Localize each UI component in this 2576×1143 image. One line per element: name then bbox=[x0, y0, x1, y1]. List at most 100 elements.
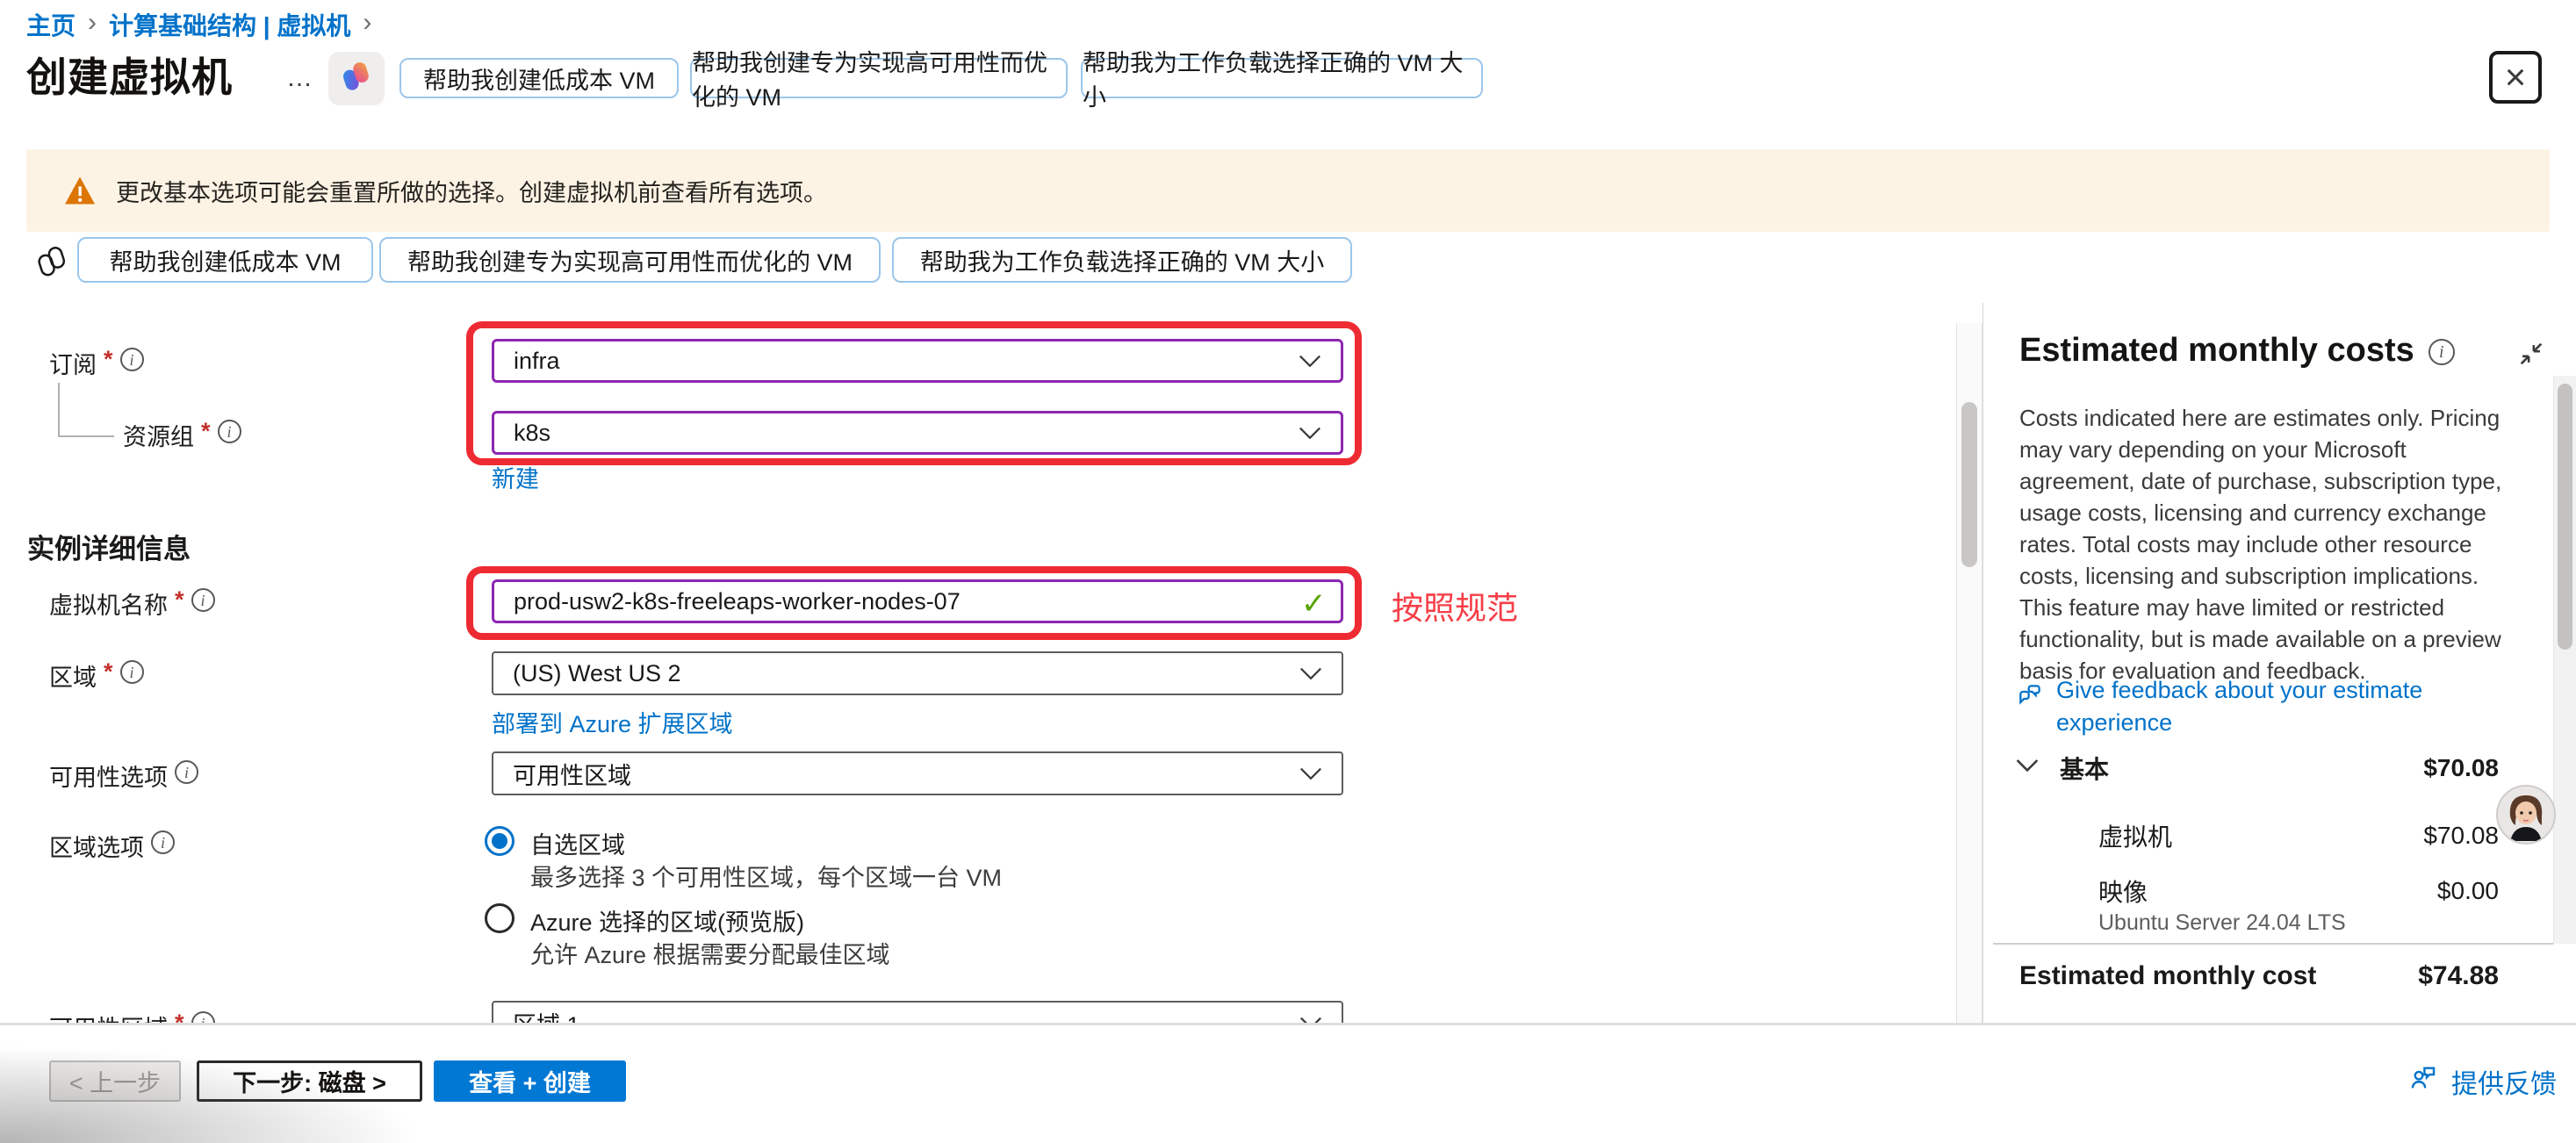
subscription-dropdown[interactable]: infra bbox=[492, 339, 1343, 383]
breadcrumb: 主页 › 计算基础结构 | 虚拟机 › bbox=[26, 7, 371, 42]
region-value: (US) West US 2 bbox=[513, 660, 681, 687]
cost-disclaimer: Costs indicated here are estimates only.… bbox=[2019, 402, 2515, 687]
estimate-feedback-link[interactable]: Give feedback about your estimate experi… bbox=[2016, 674, 2508, 739]
radio-unselected-icon[interactable] bbox=[485, 903, 514, 933]
review-create-button[interactable]: 查看 + 创建 bbox=[434, 1060, 626, 1102]
chevron-down-icon bbox=[1299, 660, 1322, 687]
radio-label: Azure 选择的区域(预览版) bbox=[530, 903, 804, 938]
annotation-text: 按照规范 bbox=[1392, 583, 1518, 629]
breadcrumb-virtual-machines[interactable]: 计算基础结构 | 虚拟机 bbox=[109, 7, 350, 42]
subscription-value: infra bbox=[514, 348, 560, 375]
give-feedback-text: 提供反馈 bbox=[2451, 1062, 2557, 1101]
cost-group-row[interactable]: 基本 $70.08 bbox=[2016, 751, 2499, 786]
copilot-suggestion-high-availability[interactable]: 帮助我创建专为实现高可用性而优化的 VM bbox=[690, 58, 1068, 98]
estimate-feedback-text: Give feedback about your estimate experi… bbox=[2056, 674, 2508, 739]
copilot-suggestion-vm-size[interactable]: 帮助我为工作负载选择正确的 VM 大小 bbox=[1081, 58, 1483, 98]
vm-name-label: 虚拟机名称* i bbox=[49, 586, 215, 621]
cost-group-amount: $70.08 bbox=[2423, 754, 2499, 782]
radio-selected-icon[interactable] bbox=[485, 826, 514, 856]
feedback-person-icon bbox=[2407, 1063, 2439, 1100]
suggestion-low-cost[interactable]: 帮助我创建低成本 VM bbox=[77, 237, 373, 283]
resource-group-label: 资源组* i bbox=[123, 418, 241, 452]
info-icon[interactable]: i bbox=[2428, 339, 2455, 365]
collapse-panel-icon[interactable] bbox=[2516, 339, 2546, 373]
create-vm-page: 主页 › 计算基础结构 | 虚拟机 › 创建虚拟机 … 帮助我创建低成本 VM … bbox=[0, 0, 2576, 1143]
zone-radio-self-select[interactable]: 自选区域 bbox=[485, 826, 625, 860]
copilot-icon bbox=[339, 59, 374, 98]
create-new-link[interactable]: 新建 bbox=[492, 460, 539, 494]
tree-connector-vertical bbox=[58, 383, 60, 437]
next-disks-button[interactable]: 下一步: 磁盘 > bbox=[197, 1060, 422, 1102]
warning-icon bbox=[63, 176, 97, 205]
page-title: 创建虚拟机 bbox=[26, 46, 233, 104]
cost-item-detail: Ubuntu Server 24.04 LTS bbox=[2098, 910, 2346, 936]
radio-description: 最多选择 3 个可用性区域，每个区域一台 VM bbox=[530, 859, 1002, 893]
cost-item-row: 虚拟机 $70.08 bbox=[2098, 818, 2499, 853]
close-icon: × bbox=[2505, 56, 2527, 98]
cost-total-divider bbox=[1993, 943, 2553, 945]
copilot-suggestion-low-cost[interactable]: 帮助我创建低成本 VM bbox=[399, 58, 679, 98]
give-feedback-link[interactable]: 提供反馈 bbox=[2407, 1062, 2557, 1101]
chevron-down-icon bbox=[1299, 420, 1321, 447]
required-asterisk: * bbox=[201, 418, 211, 445]
suggestion-high-availability[interactable]: 帮助我创建专为实现高可用性而优化的 VM bbox=[379, 237, 881, 283]
cost-panel-title: Estimated monthly costs bbox=[2019, 332, 2414, 370]
region-dropdown[interactable]: (US) West US 2 bbox=[492, 651, 1343, 695]
feedback-bubbles-icon bbox=[2016, 681, 2044, 739]
required-asterisk: * bbox=[175, 586, 184, 614]
warning-banner: 更改基本选项可能会重置所做的选择。创建虚拟机前查看所有选项。 bbox=[26, 149, 2550, 232]
cost-item-name: 映像 bbox=[2098, 873, 2148, 909]
more-options-button[interactable]: … bbox=[286, 63, 314, 93]
main-scrollbar-thumb[interactable] bbox=[1961, 402, 1977, 567]
suggestion-vm-size[interactable]: 帮助我为工作负载选择正确的 VM 大小 bbox=[892, 237, 1352, 283]
cost-item-name: 虚拟机 bbox=[2098, 818, 2172, 853]
copilot-button[interactable] bbox=[328, 52, 385, 105]
region-label: 区域* i bbox=[49, 658, 144, 693]
panel-scrollbar[interactable] bbox=[2553, 376, 2576, 944]
previous-button[interactable]: < 上一步 bbox=[49, 1060, 181, 1102]
cost-total-amount: $74.88 bbox=[2418, 961, 2499, 991]
copilot-outline-icon bbox=[33, 244, 70, 279]
cost-item-row: 映像 $0.00 bbox=[2098, 873, 2499, 909]
breadcrumb-home[interactable]: 主页 bbox=[26, 7, 76, 42]
subscription-label: 订阅* i bbox=[49, 346, 144, 380]
zone-options-label: 区域选项 i bbox=[49, 829, 175, 863]
resource-group-value: k8s bbox=[514, 420, 550, 447]
info-icon[interactable]: i bbox=[120, 348, 144, 371]
resource-group-dropdown[interactable]: k8s bbox=[492, 411, 1343, 455]
info-icon[interactable]: i bbox=[191, 588, 215, 612]
breadcrumb-separator-icon: › bbox=[363, 8, 371, 38]
info-icon[interactable]: i bbox=[151, 830, 175, 854]
cost-item-amount: $70.08 bbox=[2423, 822, 2499, 850]
chevron-down-icon[interactable] bbox=[2016, 758, 2039, 778]
radio-label: 自选区域 bbox=[530, 826, 625, 860]
panel-scrollbar-thumb[interactable] bbox=[2558, 384, 2572, 650]
extended-zone-link[interactable]: 部署到 Azure 扩展区域 bbox=[492, 705, 733, 739]
zone-radio-azure-select[interactable]: Azure 选择的区域(预览版) bbox=[485, 903, 804, 938]
availability-options-value: 可用性区域 bbox=[513, 757, 631, 791]
info-icon[interactable]: i bbox=[218, 420, 241, 443]
cost-item-amount: $0.00 bbox=[2437, 877, 2499, 905]
warning-text: 更改基本选项可能会重置所做的选择。创建虚拟机前查看所有选项。 bbox=[116, 174, 827, 208]
cost-total-row: Estimated monthly cost $74.88 bbox=[2019, 961, 2499, 991]
breadcrumb-separator-icon: › bbox=[88, 8, 97, 38]
info-icon[interactable]: i bbox=[120, 660, 144, 684]
chevron-down-icon bbox=[1299, 760, 1322, 787]
radio-description: 允许 Azure 根据需要分配最佳区域 bbox=[530, 936, 890, 970]
availability-options-label: 可用性选项 i bbox=[49, 758, 198, 793]
required-asterisk: * bbox=[104, 346, 113, 373]
avatar[interactable] bbox=[2496, 785, 2556, 845]
instance-details-heading: 实例详细信息 bbox=[27, 527, 191, 566]
vm-name-input[interactable] bbox=[492, 579, 1343, 623]
footer-bar: < 上一步 下一步: 磁盘 > 查看 + 创建 提供反馈 bbox=[0, 1025, 2576, 1143]
cost-panel-header: Estimated monthly costs i bbox=[2019, 332, 2455, 370]
cost-total-label: Estimated monthly cost bbox=[2019, 961, 2316, 991]
availability-options-dropdown[interactable]: 可用性区域 bbox=[492, 751, 1343, 795]
main-scrollbar[interactable] bbox=[1956, 323, 1982, 1024]
tree-connector-horizontal bbox=[58, 435, 114, 437]
close-button[interactable]: × bbox=[2489, 51, 2542, 104]
panel-divider bbox=[1982, 303, 1983, 1024]
valid-check-icon: ✓ bbox=[1301, 586, 1327, 622]
chevron-down-icon bbox=[1299, 348, 1321, 375]
info-icon[interactable]: i bbox=[175, 760, 198, 784]
